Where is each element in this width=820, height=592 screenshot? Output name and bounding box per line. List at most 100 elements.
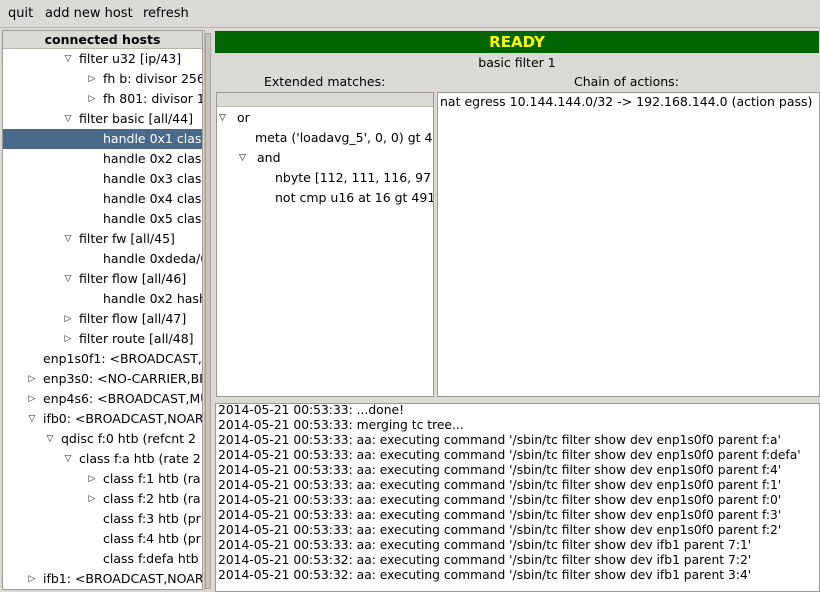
expanded-arrow-icon[interactable]: ▽ [63,229,73,249]
tree-row[interactable]: ▷ fh b: divisor 256 [3,69,202,89]
menu-quit[interactable]: quit [8,6,33,21]
tree-row-label: handle 0x3 class [103,171,202,186]
tree-scrollbar[interactable] [204,30,211,591]
collapsed-arrow-icon[interactable]: ▷ [87,489,97,509]
collapsed-arrow-icon[interactable]: ▷ [63,329,73,349]
tree-row[interactable]: ▷ filter route [all/48] [3,329,202,349]
match-item[interactable]: nbyte [112, 111, 116, 97 [275,168,431,188]
menu-add-new-host[interactable]: add new host [45,6,133,21]
tree-row-label: class f:1 htb (ra [103,471,201,486]
collapsed-arrow-icon[interactable]: ▷ [27,569,37,589]
detail-title: basic filter 1 [478,55,556,70]
tree-row[interactable]: ▽ qdisc f:0 htb (refcnt 2 [3,429,202,449]
tree-row[interactable]: ▽ filter flow [all/46] [3,269,202,289]
tree-row[interactable]: ▷ filter flow [all/47] [3,309,202,329]
match-item[interactable]: or [237,108,250,128]
menu-bar: quit add new host refresh [0,0,820,28]
log-line: 2014-05-21 00:53:33: aa: executing comma… [218,508,782,522]
tree-row[interactable]: ▽ filter basic [all/44] [3,109,202,129]
tree-row[interactable]: class f:4 htb (pr [3,529,202,549]
expanded-arrow-icon[interactable]: ▽ [63,269,73,289]
tree-row-label: handle 0x1 class [103,131,202,146]
tree-row[interactable]: ▷ enp3s0: <NO-CARRIER,BRO [3,369,202,389]
collapsed-arrow-icon[interactable]: ▷ [87,469,97,489]
log-line: 2014-05-21 00:53:33: aa: executing comma… [218,523,782,537]
hosts-panel: connected hosts ▽ filter u32 [ip/43] ▷ fh b… [0,29,212,592]
expanded-arrow-icon[interactable]: ▽ [63,49,73,69]
tree-row-label: handle 0x5 class [103,211,202,226]
log-line: 2014-05-21 00:53:33: merging tc tree... [218,418,464,432]
tree-row-label: handle 0x4 class [103,191,202,206]
expanded-arrow-icon[interactable]: ▽ [239,148,246,168]
tree-row-label: filter flow [all/47] [79,311,187,326]
matches-header[interactable] [217,93,433,107]
collapsed-arrow-icon[interactable]: ▷ [27,389,37,409]
tree-row[interactable]: handle 0x3 class [3,169,202,189]
tree-row[interactable]: handle 0x5 class [3,209,202,229]
tree-row-label: class f:defa htb [103,551,199,566]
tree-row[interactable]: class f:3 htb (pr [3,509,202,529]
log-line: 2014-05-21 00:53:32: aa: executing comma… [218,553,752,567]
expanded-arrow-icon[interactable]: ▽ [63,109,73,129]
tree-row-label: handle 0xdeda/0 [103,251,202,266]
tree-row[interactable]: ▽ filter u32 [ip/43] [3,49,202,69]
log-line: 2014-05-21 00:53:33: aa: executing comma… [218,433,781,447]
tree-header[interactable]: connected hosts [3,31,202,49]
tree-row-label: class f:3 htb (pr [103,511,201,526]
extended-matches-tree[interactable]: ▽ or meta ('loadavg_5', 0, 0) gt 4 ▽ and nbyt… [216,92,434,397]
log-line: 2014-05-21 00:53:33: aa: executing comma… [218,463,782,477]
tree-row[interactable]: enp1s0f1: <BROADCAST,M [3,349,202,369]
tree-row-label: handle 0x2 hash [103,291,202,306]
status-banner: READY [215,31,819,53]
tree-row-label: fh b: divisor 256 [103,71,202,86]
tree-row[interactable]: class f:defa htb [3,549,202,569]
menu-refresh[interactable]: refresh [143,6,189,21]
tree-row-label: handle 0x2 class [103,151,202,166]
expanded-arrow-icon[interactable]: ▽ [27,409,37,429]
expanded-arrow-icon[interactable]: ▽ [45,429,55,449]
tree-row[interactable]: ▷ class f:2 htb (ra [3,489,202,509]
tree-row-label: filter flow [all/46] [79,271,187,286]
tree-row-label: class f:2 htb (ra [103,491,201,506]
tree-row[interactable]: handle 0x1 class [3,129,202,149]
log-line: 2014-05-21 00:53:33: ...done! [218,403,404,417]
collapsed-arrow-icon[interactable]: ▷ [87,69,97,89]
tree-row-label: fh 801: divisor 1 [103,91,202,106]
matches-label: Extended matches: [264,74,386,89]
expanded-arrow-icon[interactable]: ▽ [63,449,73,469]
tree-row[interactable]: ▷ enp4s6: <BROADCAST,MU [3,389,202,409]
tree-row[interactable]: ▽ class f:a htb (rate 2 [3,449,202,469]
tree-row[interactable]: handle 0x4 class [3,189,202,209]
tree-row-label: ifb0: <BROADCAST,NOARP [43,411,202,426]
tree-row-label: class f:a htb (rate 2 [79,451,201,466]
tree-row[interactable]: handle 0xdeda/0 [3,249,202,269]
collapsed-arrow-icon[interactable]: ▷ [27,369,37,389]
match-item[interactable]: not cmp u16 at 16 gt 491 [275,188,433,208]
tree-row-label: enp3s0: <NO-CARRIER,BRO [43,371,202,386]
tree-row-label: qdisc f:0 htb (refcnt 2 [61,431,196,446]
tree-row-label: filter u32 [ip/43] [79,51,182,66]
tree-row[interactable]: handle 0x2 class [3,149,202,169]
match-item[interactable]: and [257,148,281,168]
hosts-tree[interactable]: connected hosts ▽ filter u32 [ip/43] ▷ fh b… [2,30,203,590]
tree-row[interactable]: ▽ filter fw [all/45] [3,229,202,249]
action-item[interactable]: nat egress 10.144.144.0/32 -> 192.168.14… [440,94,812,109]
tree-row[interactable]: ▷ ifb1: <BROADCAST,NOARP [3,569,202,589]
log-line: 2014-05-21 00:53:32: aa: executing comma… [218,568,752,582]
log-line: 2014-05-21 00:53:33: aa: executing comma… [218,448,801,462]
collapsed-arrow-icon[interactable]: ▷ [63,309,73,329]
tree-row[interactable]: ▽ ifb0: <BROADCAST,NOARP [3,409,202,429]
tree-row[interactable]: ▷ class f:1 htb (ra [3,469,202,489]
expanded-arrow-icon[interactable]: ▽ [219,108,226,128]
tree-row-label: filter basic [all/44] [79,111,193,126]
collapsed-arrow-icon[interactable]: ▷ [87,89,97,109]
tree-row[interactable]: ▷ fh 801: divisor 1 [3,89,202,109]
actions-label: Chain of actions: [574,74,679,89]
log-line: 2014-05-21 00:53:33: aa: executing comma… [218,538,752,552]
tree-row[interactable]: handle 0x2 hash [3,289,202,309]
chain-of-actions-list[interactable]: nat egress 10.144.144.0/32 -> 192.168.14… [437,92,820,397]
tree-row-label: enp1s0f1: <BROADCAST,M [43,351,202,366]
match-item[interactable]: meta ('loadavg_5', 0, 0) gt 4 [255,128,432,148]
tree-scrollbar-thumb[interactable] [205,33,211,589]
log-panel[interactable]: 2014-05-21 00:53:33: ...done! 2014-05-21 … [215,403,820,592]
